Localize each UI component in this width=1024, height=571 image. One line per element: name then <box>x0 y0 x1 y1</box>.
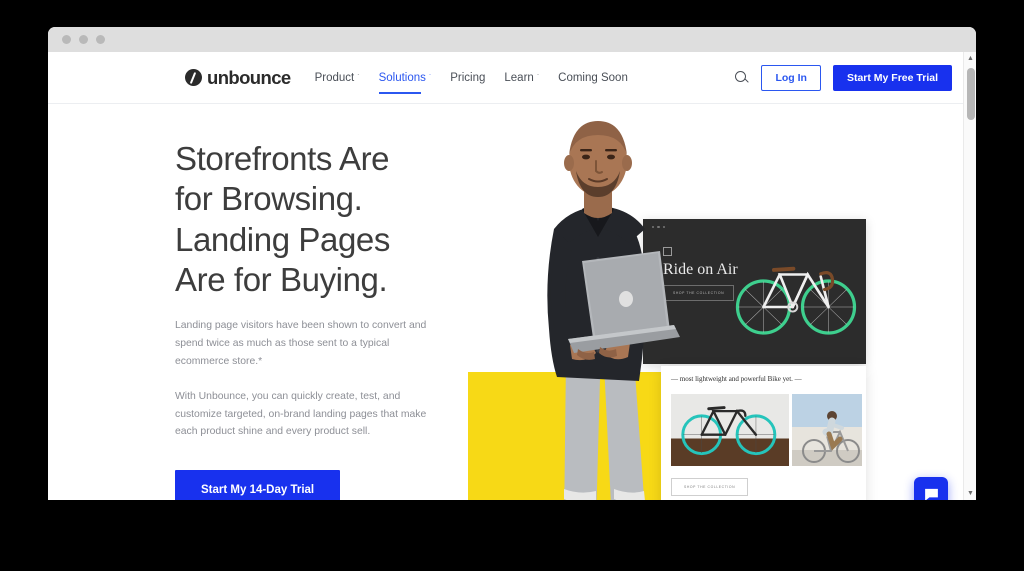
nav-item-coming-soon-label: Coming Soon <box>558 71 628 84</box>
cyclist-illustration <box>802 411 860 463</box>
close-button[interactable] <box>62 35 71 44</box>
person-with-laptop-photo <box>547 121 680 500</box>
login-button[interactable]: Log In <box>761 64 821 91</box>
nav-links: Product ˇ Solutions ˇ Pricing Learn ˇ Co… <box>315 52 628 103</box>
minimize-button[interactable] <box>79 35 88 44</box>
maximize-button[interactable] <box>96 35 105 44</box>
nav-actions: Log In Start My Free Trial <box>734 64 956 91</box>
nav-item-pricing[interactable]: Pricing <box>450 52 485 103</box>
browser-titlebar <box>48 27 976 52</box>
unbounce-logo-text: unbounce <box>207 66 291 88</box>
product-mockup-light-card: — most lightweight and powerful Bike yet… <box>661 366 866 500</box>
site-navbar: unbounce Product ˇ Solutions ˇ Pricing L… <box>48 52 976 104</box>
chat-widget-button[interactable] <box>914 477 948 500</box>
nav-item-pricing-label: Pricing <box>450 71 486 84</box>
cyclist-photo <box>792 394 862 466</box>
unbounce-logo-icon <box>185 69 202 86</box>
hero-paragraph-2: With Unbounce, you can quickly create, t… <box>175 390 427 438</box>
chat-bubble-icon <box>924 488 938 500</box>
page-viewport: unbounce Product ˇ Solutions ˇ Pricing L… <box>48 52 976 500</box>
nav-item-learn[interactable]: Learn ˇ <box>504 52 539 103</box>
nav-item-product[interactable]: Product ˇ <box>315 52 360 103</box>
hero-section: Storefronts Are for Browsing. Landing Pa… <box>48 104 976 500</box>
page-scrollbar[interactable]: ▲ ▼ <box>963 52 976 500</box>
bicycle-illustration-dark <box>735 266 857 335</box>
hero-artwork: Ride on Air SHOP THE COLLECTION — most l… <box>443 104 976 500</box>
hero-copy: Storefronts Are for Browsing. Landing Pa… <box>175 139 435 500</box>
chevron-down-icon: ˇ <box>428 74 432 81</box>
mockup-light-caption: — most lightweight and powerful Bike yet… <box>671 375 802 383</box>
nav-item-coming-soon[interactable]: Coming Soon <box>558 52 628 103</box>
search-icon[interactable] <box>734 70 749 85</box>
hero-paragraph-1: Landing page visitors have been shown to… <box>175 320 427 367</box>
start-14-day-trial-button[interactable]: Start My 14-Day Trial <box>175 470 341 500</box>
bicycle-illustration-light <box>681 406 777 456</box>
scrollbar-down-arrow[interactable]: ▼ <box>964 487 976 500</box>
start-free-trial-button[interactable]: Start My Free Trial <box>832 64 952 91</box>
nav-item-solutions-label: Solutions <box>378 71 426 84</box>
browser-window: unbounce Product ˇ Solutions ˇ Pricing L… <box>48 27 976 500</box>
scrollbar-thumb[interactable] <box>966 68 975 120</box>
unbounce-logo[interactable]: unbounce <box>185 67 291 89</box>
hero-headline: Storefronts Are for Browsing. Landing Pa… <box>175 140 390 298</box>
chevron-down-icon: ˇ <box>536 74 540 81</box>
bike-studio-photo <box>671 394 789 466</box>
nav-item-product-label: Product <box>314 71 355 84</box>
mockup-image-row <box>671 394 862 466</box>
scrollbar-up-arrow[interactable]: ▲ <box>964 52 976 65</box>
nav-item-learn-label: Learn <box>504 71 534 84</box>
nav-item-solutions[interactable]: Solutions ˇ <box>378 52 432 103</box>
chevron-down-icon: ˇ <box>357 74 360 81</box>
